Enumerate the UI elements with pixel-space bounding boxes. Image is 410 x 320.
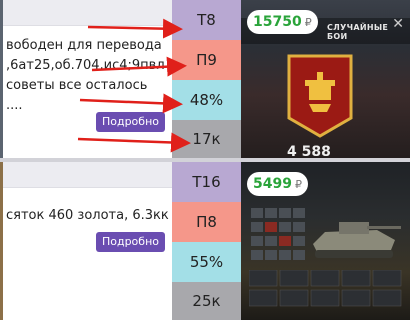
battles-total: 4 588 <box>287 144 331 158</box>
price-tag: 5499 ₽ <box>247 172 308 196</box>
tank-level-badge: Т8 <box>172 0 241 40</box>
listing-content: вободен для перевода ,6ат25,об.704,ис4;9… <box>0 0 172 158</box>
listing-description: сяток 460 золота, 6.3кк <box>6 208 169 223</box>
premium-count-badge: П9 <box>172 40 241 80</box>
close-icon: ✕ <box>392 16 404 32</box>
listing-thumbnail <box>0 0 3 158</box>
listing-thumbnail <box>0 162 3 320</box>
tank-level-badge: Т16 <box>172 162 241 202</box>
tank-emblem-icon <box>287 54 353 138</box>
listing-screenshot[interactable]: КА СЛУЧАЙНЫЕ БОИ ✕ 4 588 15750 ₽ <box>241 0 410 158</box>
tank-icon <box>313 222 401 258</box>
account-listing[interactable]: сяток 460 золота, 6.3кк Подробно Т16 П8 … <box>0 162 410 320</box>
listing-content: сяток 460 золота, 6.3кк Подробно <box>0 162 172 320</box>
account-listing[interactable]: вободен для перевода ,6ат25,об.704,ис4;9… <box>0 0 410 158</box>
price-value: 5499 <box>253 176 292 192</box>
listing-header-bar <box>0 162 172 188</box>
listing-header-bar <box>0 0 172 26</box>
details-button[interactable]: Подробно <box>95 112 165 132</box>
listing-screenshot[interactable]: 5499 ₽ <box>241 162 410 320</box>
winrate-badge: 48% <box>172 80 241 120</box>
vehicle-slots <box>249 270 402 307</box>
premium-count-badge: П8 <box>172 202 241 242</box>
listing-description: вободен для перевода ,6ат25,об.704,ис4;9… <box>6 38 165 113</box>
currency-symbol: ₽ <box>294 177 302 191</box>
price-tag: 15750 ₽ <box>247 10 318 34</box>
price-value: 15750 <box>253 14 302 30</box>
currency-symbol: ₽ <box>304 15 312 29</box>
details-button[interactable]: Подробно <box>95 232 165 252</box>
battles-count-badge: 25к <box>172 282 241 320</box>
battles-count-badge: 17к <box>172 120 241 158</box>
winrate-badge: 55% <box>172 242 241 282</box>
